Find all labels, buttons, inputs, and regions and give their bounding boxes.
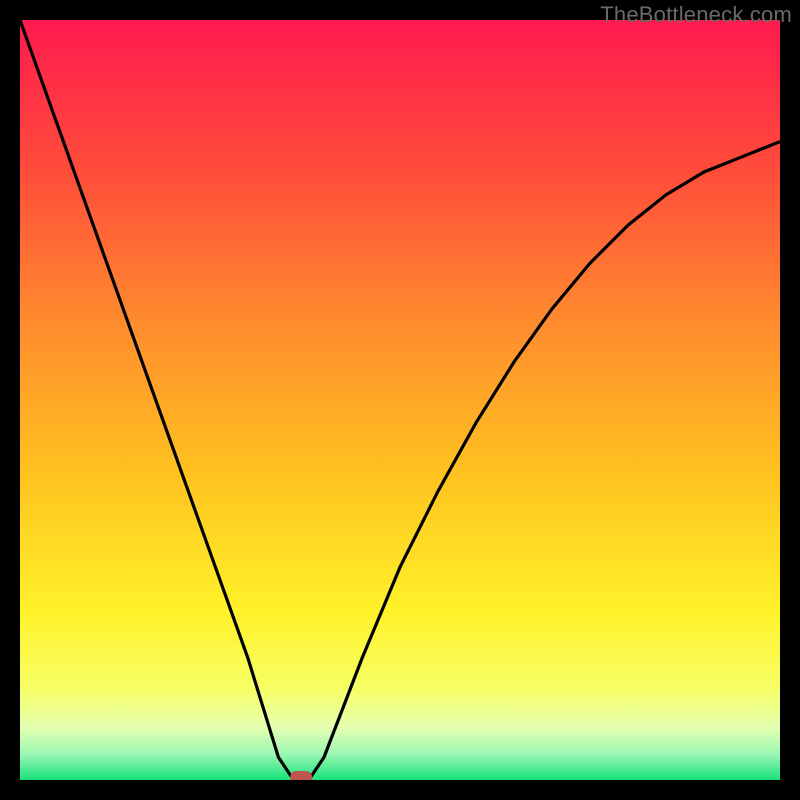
chart-svg: [20, 20, 780, 780]
plot-background: [20, 20, 780, 780]
minimum-marker: [290, 771, 312, 780]
chart-frame: [20, 20, 780, 780]
watermark-text: TheBottleneck.com: [600, 2, 792, 28]
